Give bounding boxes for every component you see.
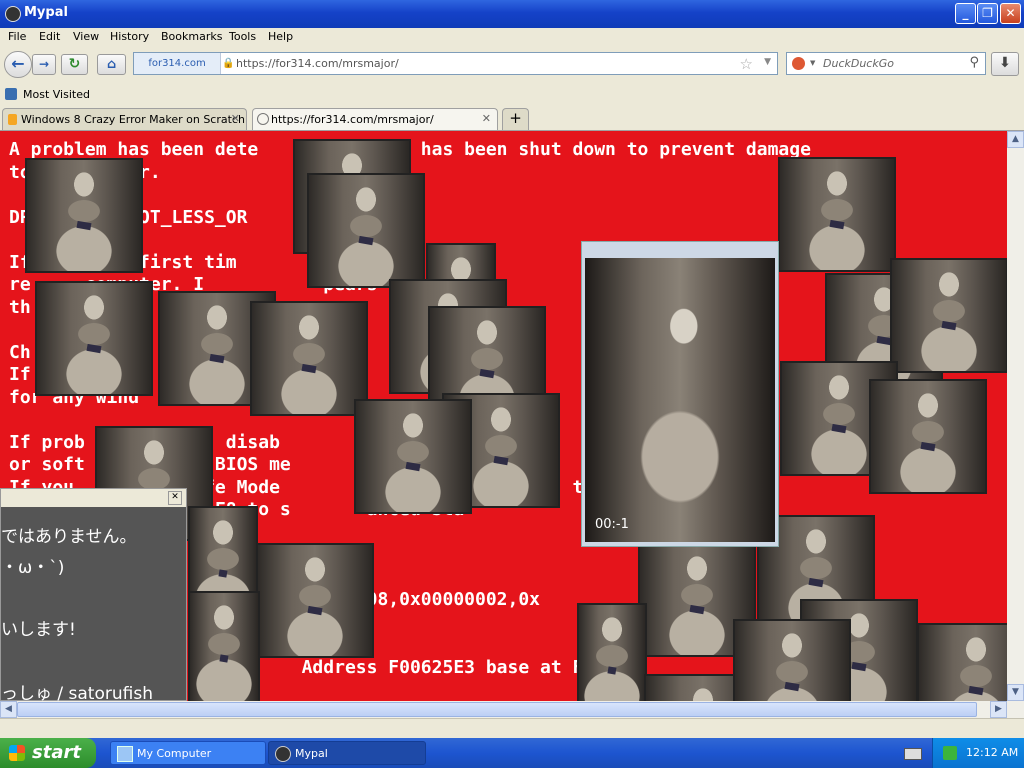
doll-image	[733, 619, 851, 701]
globe-favicon-icon	[257, 113, 269, 125]
start-button[interactable]: start	[0, 738, 96, 768]
search-input[interactable]: DuckDuckGo	[823, 57, 894, 70]
message-popup-window[interactable]: ✕ ではありません。 ・ω・`) いします! っしゅ / satorufish	[0, 488, 187, 701]
message-line: っしゅ / satorufish	[1, 684, 153, 701]
video-timestamp: 00:-1	[595, 517, 629, 532]
doll-image	[577, 603, 647, 701]
menu-edit[interactable]: Edit	[39, 30, 60, 43]
doll-image	[307, 173, 425, 288]
tab-close-icon[interactable]: ✕	[231, 112, 240, 125]
doll-image	[869, 379, 987, 494]
tab-close-icon[interactable]: ✕	[482, 112, 491, 125]
lock-icon: 🔒	[222, 58, 235, 69]
doll-image	[778, 157, 896, 272]
scroll-right-arrow-icon[interactable]: ▶	[990, 701, 1007, 718]
taskbar-item-label: My Computer	[137, 747, 212, 760]
horizontal-scroll-thumb[interactable]	[17, 702, 977, 717]
reload-icon[interactable]: ↻	[61, 54, 88, 75]
new-tab-button[interactable]: +	[502, 108, 529, 130]
tab-strip: Windows 8 Crazy Error Maker on Scratch ✕…	[0, 106, 1024, 131]
message-line: ・ω・`)	[1, 558, 65, 578]
horizontal-scrollbar[interactable]: ◀ ▶	[0, 701, 1024, 718]
video-popup-window[interactable]: 00:-1	[581, 241, 779, 547]
keyboard-icon[interactable]	[904, 748, 922, 760]
doll-image	[25, 158, 143, 273]
vertical-scrollbar[interactable]: ▲ ▼	[1007, 131, 1024, 701]
tab-scratch[interactable]: Windows 8 Crazy Error Maker on Scratch ✕	[2, 108, 247, 130]
back-arrow-icon[interactable]: ←	[4, 51, 32, 78]
navigation-toolbar: ← → ↻ ⌂ for314.com 🔒 https://for314.com/…	[0, 46, 1024, 84]
tab-label: Windows 8 Crazy Error Maker on Scratch	[21, 113, 245, 126]
search-icon[interactable]: ⚲	[969, 55, 979, 70]
menu-tools[interactable]: Tools	[229, 30, 256, 43]
window-title: Mypal	[24, 5, 68, 20]
home-icon[interactable]: ⌂	[97, 54, 126, 75]
maximize-button[interactable]: ❐	[977, 3, 998, 24]
tab-mrsmajor[interactable]: https://for314.com/mrsmajor/ ✕	[252, 108, 498, 130]
scroll-up-arrow-icon[interactable]: ▲	[1007, 131, 1024, 148]
doll-image	[354, 399, 472, 514]
window-titlebar: Mypal _ ❐ ✕	[0, 0, 1024, 28]
scratch-favicon-icon	[8, 114, 17, 125]
doll-image	[188, 591, 260, 701]
minimize-button[interactable]: _	[955, 3, 976, 24]
doll-image	[890, 258, 1008, 373]
search-box[interactable]: ▼ DuckDuckGo ⚲	[786, 52, 986, 75]
my-computer-icon	[117, 746, 133, 762]
doll-image	[250, 301, 368, 416]
bookmarks-toolbar: Most Visited	[0, 84, 1024, 106]
network-icon[interactable]	[943, 746, 957, 760]
mypal-icon	[275, 746, 291, 762]
menu-help[interactable]: Help	[268, 30, 293, 43]
windows-logo-icon	[9, 745, 25, 761]
doll-image	[256, 543, 374, 658]
taskbar-item-mypal[interactable]: Mypal	[268, 741, 426, 765]
start-label: start	[32, 742, 81, 763]
message-line: いします!	[1, 620, 76, 640]
mypal-app-icon	[5, 6, 21, 22]
taskbar-item-label: Mypal	[295, 747, 328, 760]
video-frame[interactable]: 00:-1	[585, 258, 775, 542]
status-bar	[0, 718, 1024, 739]
menu-view[interactable]: View	[73, 30, 99, 43]
system-tray: 12:12 AM	[932, 738, 1024, 768]
duckduckgo-icon[interactable]	[792, 57, 805, 70]
search-engine-dropdown-icon[interactable]: ▼	[810, 59, 815, 67]
close-icon[interactable]: ✕	[168, 491, 182, 505]
downloads-icon[interactable]: ⬇	[991, 52, 1019, 76]
taskbar: start My Computer Mypal 12:12 AM	[0, 738, 1024, 768]
menu-file[interactable]: File	[8, 30, 26, 43]
message-popup-titlebar: ✕	[1, 489, 186, 507]
doll-image	[35, 281, 153, 396]
url-dropdown-icon[interactable]: ▼	[764, 57, 771, 67]
bookmark-star-icon[interactable]: ☆	[740, 55, 753, 73]
taskbar-item-my-computer[interactable]: My Computer	[110, 741, 266, 765]
close-button[interactable]: ✕	[1000, 3, 1021, 24]
menu-bar: File Edit View History Bookmarks Tools H…	[0, 28, 1024, 46]
url-text[interactable]: https://for314.com/mrsmajor/	[236, 57, 399, 70]
site-identity-button[interactable]: for314.com	[134, 53, 221, 74]
most-visited-icon	[5, 88, 17, 100]
bookmark-most-visited[interactable]: Most Visited	[23, 88, 90, 101]
forward-arrow-icon[interactable]: →	[32, 54, 56, 75]
tab-label: https://for314.com/mrsmajor/	[271, 113, 434, 126]
page-content: A problem has been dete windows has been…	[0, 131, 1024, 701]
menu-bookmarks[interactable]: Bookmarks	[161, 30, 222, 43]
scroll-down-arrow-icon[interactable]: ▼	[1007, 684, 1024, 701]
url-bar[interactable]: for314.com 🔒 https://for314.com/mrsmajor…	[133, 52, 778, 75]
message-line: ではありません。	[1, 527, 137, 547]
menu-history[interactable]: History	[110, 30, 149, 43]
clock[interactable]: 12:12 AM	[966, 746, 1018, 759]
scroll-left-arrow-icon[interactable]: ◀	[0, 701, 17, 718]
